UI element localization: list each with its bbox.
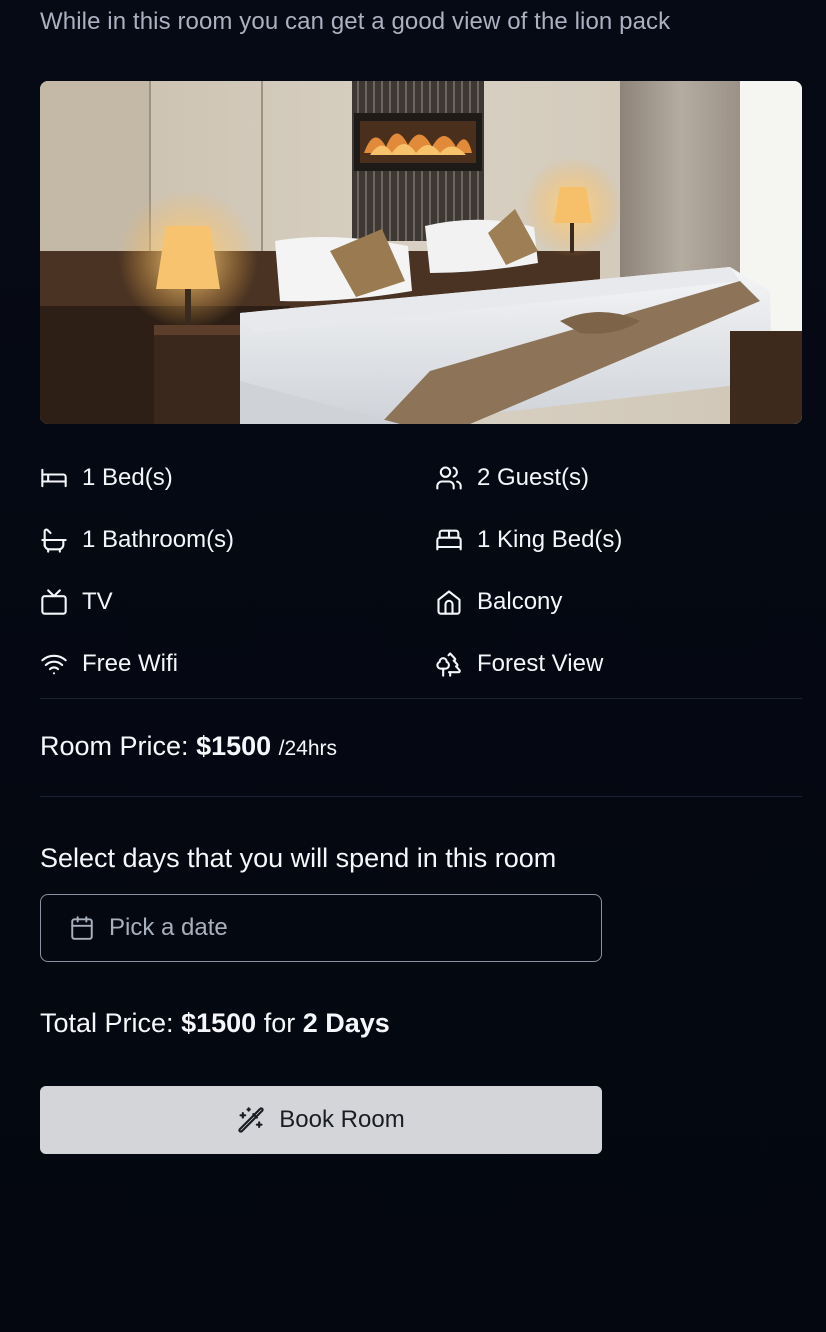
room-price: Room Price: $1500 /24hrs: [40, 731, 337, 762]
room-image: [40, 81, 802, 424]
room-price-unit: /24hrs: [278, 737, 338, 760]
bed-icon: [40, 464, 68, 492]
divider: [40, 796, 802, 797]
amenity-balcony: Balcony: [435, 571, 802, 633]
book-room-button[interactable]: Book Room: [40, 1086, 602, 1154]
amenity-label: 2 Guest(s): [477, 464, 590, 491]
amenity-forest-view: Forest View: [435, 633, 802, 695]
wand-sparkles-icon: [238, 1107, 264, 1133]
wifi-icon: [40, 650, 68, 678]
amenity-label: Forest View: [477, 650, 604, 677]
amenity-label: 1 Bathroom(s): [82, 526, 235, 553]
divider: [40, 698, 802, 699]
amenity-wifi: Free Wifi: [40, 633, 435, 695]
amenity-king-beds: 1 King Bed(s): [435, 509, 802, 571]
room-price-label: Room Price:: [40, 731, 189, 761]
calendar-icon: [71, 916, 93, 940]
users-icon: [435, 464, 463, 492]
amenity-beds: 1 Bed(s): [40, 447, 435, 509]
book-room-label: Book Room: [279, 1106, 405, 1133]
total-price: Total Price: $1500 for 2 Days: [40, 1008, 390, 1039]
amenity-bathrooms: 1 Bathroom(s): [40, 509, 435, 571]
tv-icon: [40, 588, 68, 616]
select-days-label: Select days that you will spend in this …: [40, 843, 557, 873]
date-picker-button[interactable]: Pick a date: [40, 894, 602, 962]
amenity-tv: TV: [40, 571, 435, 633]
home-icon: [435, 588, 463, 616]
amenities-grid: 1 Bed(s) 2 Guest(s) 1 Bathroom(s) 1 King…: [40, 447, 802, 695]
date-picker-placeholder: Pick a date: [109, 914, 228, 941]
room-price-amount: $1500: [196, 731, 272, 761]
bath-icon: [40, 526, 68, 554]
amenity-label: Free Wifi: [82, 650, 178, 677]
amenity-label: TV: [82, 588, 113, 615]
total-price-for: for: [263, 1008, 296, 1038]
amenity-guests: 2 Guest(s): [435, 447, 802, 509]
room-details-page: While in this room you can get a good vi…: [0, 0, 826, 1332]
room-description: While in this room you can get a good vi…: [40, 8, 671, 35]
total-days: 2 Days: [302, 1008, 390, 1038]
amenity-label: 1 King Bed(s): [477, 526, 623, 553]
total-price-amount: $1500: [181, 1008, 257, 1038]
bed-double-icon: [435, 526, 463, 554]
total-price-label: Total Price:: [40, 1008, 174, 1038]
amenity-label: Balcony: [477, 588, 563, 615]
amenity-label: 1 Bed(s): [82, 464, 173, 491]
trees-icon: [435, 650, 463, 678]
